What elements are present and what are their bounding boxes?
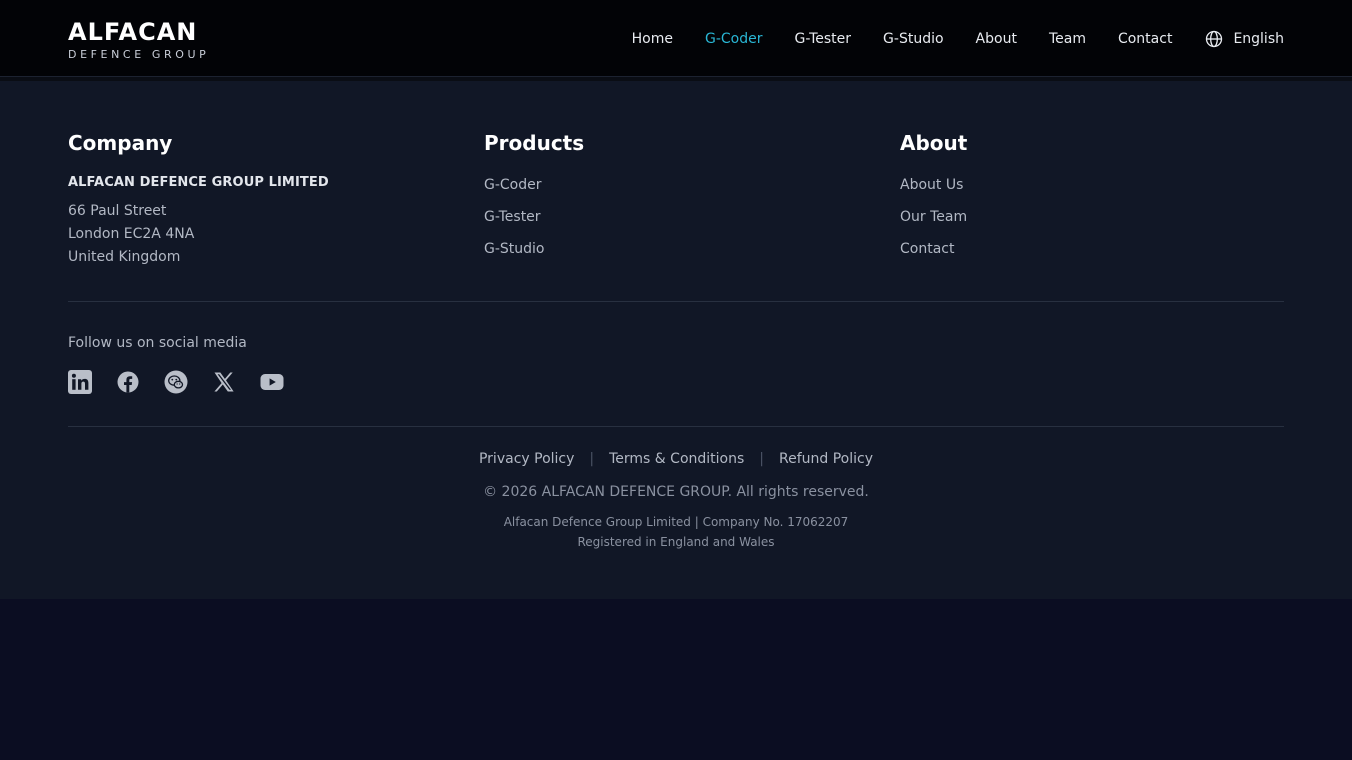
footer-link-about-us[interactable]: About Us — [900, 175, 967, 195]
linkedin-icon[interactable] — [68, 370, 92, 394]
footer-company-column: Company ALFACAN DEFENCE GROUP LIMITED 66… — [68, 131, 329, 269]
registration-jurisdiction: Registered in England and Wales — [577, 535, 775, 549]
brand-logo[interactable]: ALFACAN DEFENCE GROUP — [68, 18, 209, 61]
products-links: G-Coder G-Tester G-Studio — [484, 175, 584, 259]
address-line: 66 Paul Street — [68, 203, 167, 219]
site-header: ALFACAN DEFENCE GROUP Home G-Coder G-Tes… — [0, 0, 1352, 77]
footer-about-column: About About Us Our Team Contact — [900, 131, 967, 271]
legal-divider — [68, 426, 1284, 427]
nav-about[interactable]: About — [976, 31, 1017, 47]
facebook-icon[interactable] — [116, 370, 140, 394]
x-icon[interactable] — [212, 370, 236, 394]
company-registration: Alfacan Defence Group Limited | Company … — [503, 515, 849, 529]
footer-link-contact[interactable]: Contact — [900, 239, 967, 259]
nav-home[interactable]: Home — [632, 31, 673, 47]
footer-link-our-team[interactable]: Our Team — [900, 207, 967, 227]
refund-policy-link[interactable]: Refund Policy — [779, 451, 873, 467]
social-icons — [68, 370, 308, 394]
address-line: London EC2A 4NA — [68, 226, 195, 242]
address-line: United Kingdom — [68, 249, 181, 265]
footer-link-g-studio[interactable]: G-Studio — [484, 239, 584, 259]
site-footer: Company ALFACAN DEFENCE GROUP LIMITED 66… — [0, 81, 1352, 599]
language-selector[interactable]: English — [1204, 29, 1284, 49]
footer-divider — [68, 301, 1284, 302]
brand-title: ALFACAN — [68, 18, 198, 46]
company-address: 66 Paul Street London EC2A 4NA United Ki… — [68, 200, 329, 269]
about-links: About Us Our Team Contact — [900, 175, 967, 259]
legal-separator: | — [759, 451, 764, 467]
footer-link-g-tester[interactable]: G-Tester — [484, 207, 584, 227]
wechat-icon[interactable] — [164, 370, 188, 394]
language-label: English — [1233, 31, 1284, 47]
brand-subtitle: DEFENCE GROUP — [68, 48, 210, 61]
legal-separator: | — [589, 451, 595, 467]
globe-icon — [1206, 30, 1223, 48]
page-background — [0, 599, 1352, 760]
terms-conditions-link[interactable]: Terms & Conditions — [609, 451, 744, 467]
nav-g-tester[interactable]: G-Tester — [794, 31, 851, 47]
nav-g-coder[interactable]: G-Coder — [705, 31, 763, 47]
legal-links: Privacy Policy | Terms & Conditions | Re… — [0, 451, 1352, 467]
nav-g-studio[interactable]: G-Studio — [883, 31, 944, 47]
company-heading: Company — [68, 131, 173, 155]
privacy-policy-link[interactable]: Privacy Policy — [479, 451, 574, 467]
about-heading: About — [900, 131, 968, 155]
footer-link-g-coder[interactable]: G-Coder — [484, 175, 584, 195]
social-label: Follow us on social media — [68, 335, 247, 351]
products-heading: Products — [484, 131, 585, 155]
footer-products-column: Products G-Coder G-Tester G-Studio — [484, 131, 584, 271]
main-nav: Home G-Coder G-Tester G-Studio About Tea… — [632, 29, 1284, 49]
nav-team[interactable]: Team — [1049, 31, 1086, 47]
youtube-icon[interactable] — [260, 370, 284, 394]
copyright-text: © 2026 ALFACAN DEFENCE GROUP. All rights… — [483, 484, 869, 500]
company-name: ALFACAN DEFENCE GROUP LIMITED — [68, 175, 329, 190]
nav-contact[interactable]: Contact — [1118, 31, 1172, 47]
